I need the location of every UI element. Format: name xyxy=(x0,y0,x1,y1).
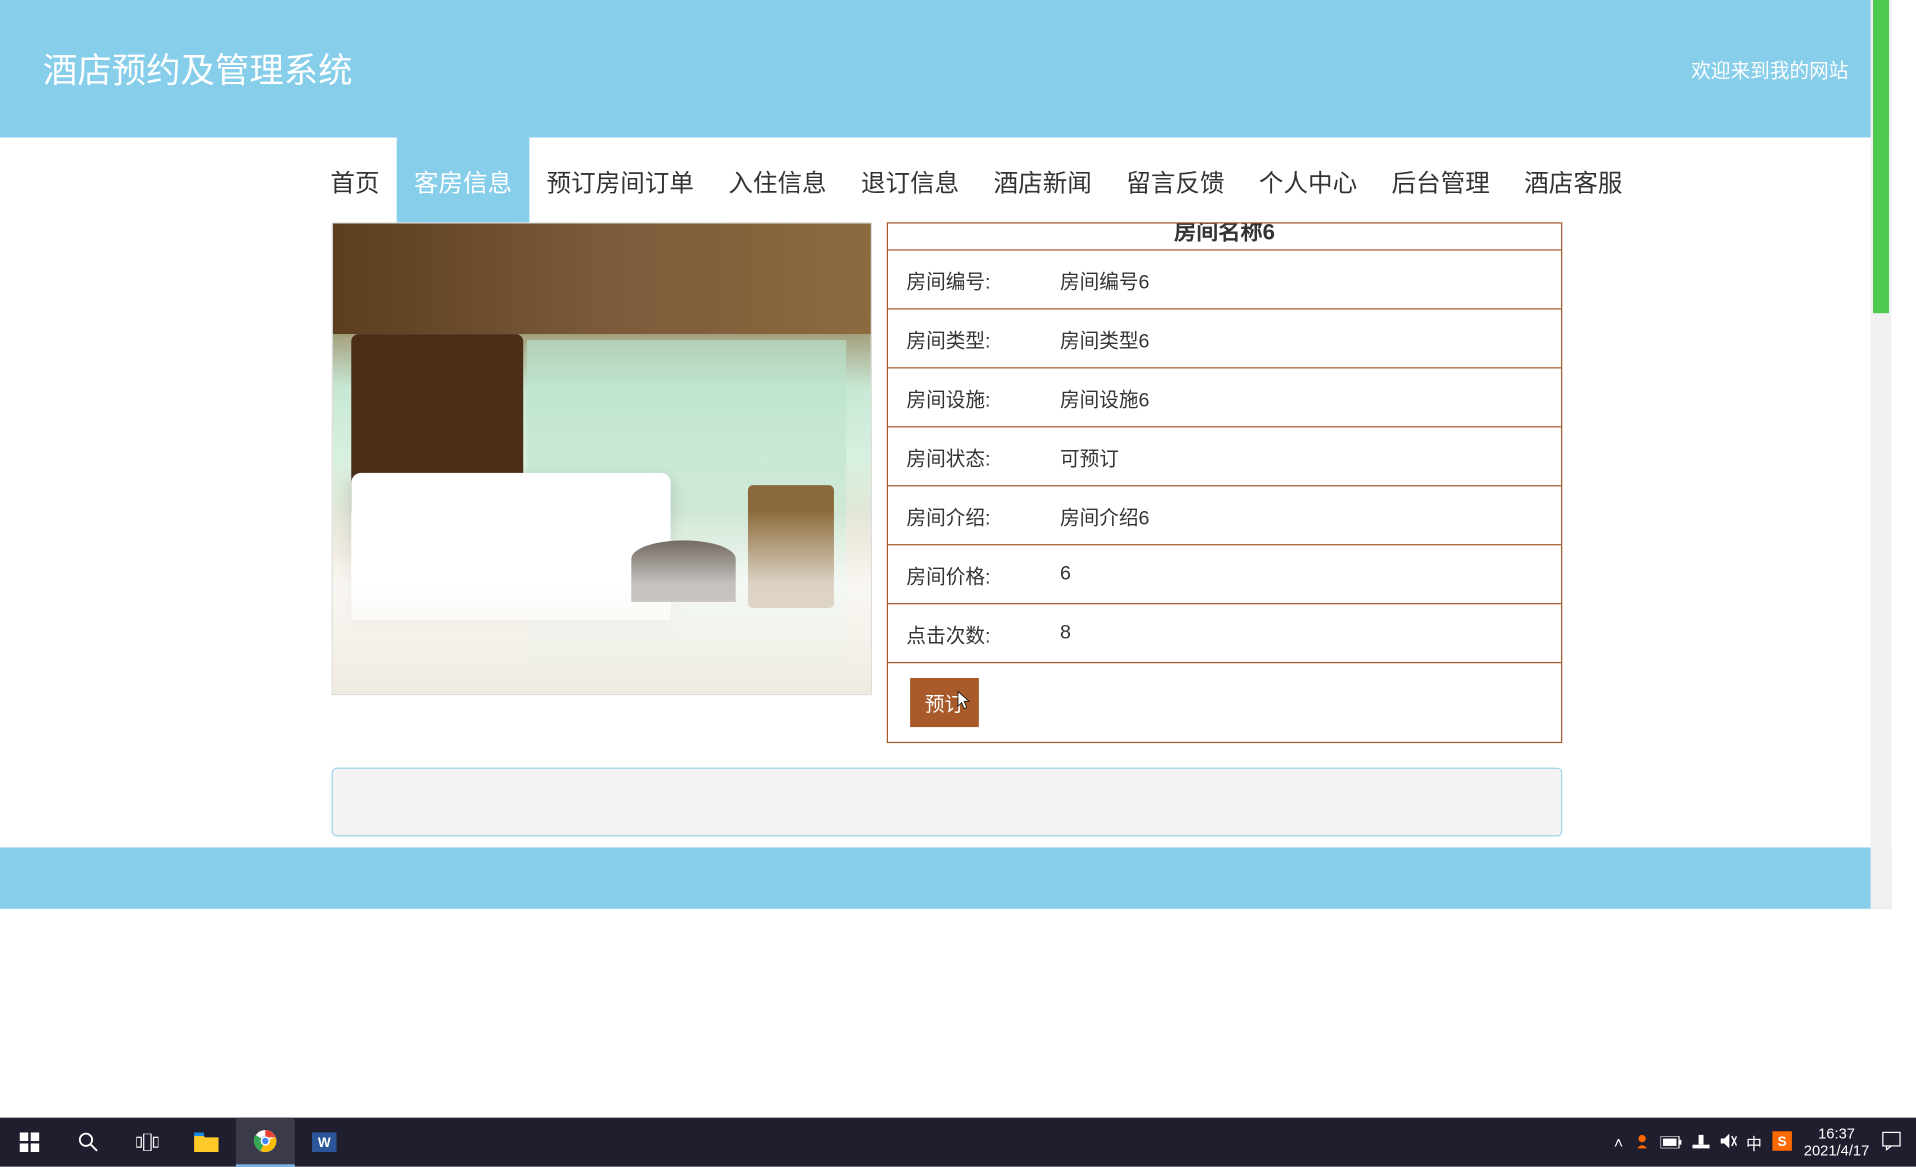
book-button[interactable]: 预订 xyxy=(910,678,979,727)
nav-cancel-info[interactable]: 退订信息 xyxy=(844,138,977,224)
detail-row-number: 房间编号: 房间编号6 xyxy=(888,251,1561,310)
scrollbar-thumb[interactable] xyxy=(1873,0,1889,313)
nav-service[interactable]: 酒店客服 xyxy=(1507,138,1640,224)
detail-row-type: 房间类型: 房间类型6 xyxy=(888,310,1561,369)
chrome-icon[interactable] xyxy=(236,1118,295,1167)
value-room-number: 房间编号6 xyxy=(1060,265,1150,294)
nav-feedback[interactable]: 留言反馈 xyxy=(1109,138,1242,224)
task-view-button[interactable] xyxy=(118,1118,177,1167)
value-room-clicks: 8 xyxy=(1060,622,1071,644)
site-header: 酒店预约及管理系统 欢迎来到我的网站 xyxy=(0,0,1891,138)
detail-action-row: 预订 xyxy=(888,663,1561,742)
value-room-type: 房间类型6 xyxy=(1060,324,1150,353)
room-image xyxy=(332,222,872,695)
comment-box[interactable] xyxy=(332,768,1563,837)
viewport: 酒店预约及管理系统 欢迎来到我的网站 首页 客房信息 预订房间订单 入住信息 退… xyxy=(0,0,1916,1167)
system-tray[interactable]: ˄ 中 S xyxy=(1614,1131,1792,1154)
clock-date: 2021/4/17 xyxy=(1804,1142,1870,1160)
detail-row-status: 房间状态: 可预订 xyxy=(888,427,1561,486)
content-area: 房间名称6 房间编号: 房间编号6 房间类型: 房间类型6 房间设施: 房间设施… xyxy=(0,222,1891,743)
nav-room-info[interactable]: 客房信息 xyxy=(397,138,530,224)
nav-personal[interactable]: 个人中心 xyxy=(1242,138,1375,224)
label-room-facilities: 房间设施: xyxy=(906,383,1060,412)
battery-icon[interactable] xyxy=(1660,1133,1682,1151)
detail-row-clicks: 点击次数: 8 xyxy=(888,604,1561,663)
value-room-status: 可预订 xyxy=(1060,442,1119,471)
nav-home[interactable]: 首页 xyxy=(313,138,397,224)
windows-taskbar: W ˄ 中 S xyxy=(0,1118,1916,1167)
cursor-icon xyxy=(954,690,971,716)
welcome-text: 欢迎来到我的网站 xyxy=(1691,54,1848,83)
main-nav: 首页 客房信息 预订房间订单 入住信息 退订信息 酒店新闻 留言反馈 个人中心 … xyxy=(0,138,1891,224)
detail-row-facilities: 房间设施: 房间设施6 xyxy=(888,368,1561,427)
nav-booking-orders[interactable]: 预订房间订单 xyxy=(529,138,711,224)
value-room-facilities: 房间设施6 xyxy=(1060,383,1150,412)
notification-button[interactable] xyxy=(1882,1131,1902,1154)
label-room-price: 房间价格: xyxy=(906,559,1060,588)
nav-checkin-info[interactable]: 入住信息 xyxy=(711,138,844,224)
clock-time: 16:37 xyxy=(1804,1125,1870,1143)
site-title: 酒店预约及管理系统 xyxy=(43,44,353,93)
volume-icon[interactable] xyxy=(1719,1132,1736,1153)
room-title: 房间名称6 xyxy=(888,224,1561,251)
file-explorer-icon[interactable] xyxy=(177,1118,236,1167)
taskbar-clock[interactable]: 16:37 2021/4/17 xyxy=(1804,1125,1870,1160)
browser-scrollbar[interactable] xyxy=(1871,0,1892,909)
label-room-type: 房间类型: xyxy=(906,324,1060,353)
svg-text:W: W xyxy=(318,1135,331,1150)
taskbar-right: ˄ 中 S 16:37 2021/4 xyxy=(1614,1125,1916,1160)
label-room-status: 房间状态: xyxy=(906,442,1060,471)
sogou-icon[interactable]: S xyxy=(1772,1131,1792,1154)
taskbar-left: W xyxy=(0,1118,354,1167)
footer-band xyxy=(0,847,1891,908)
search-button[interactable] xyxy=(59,1118,118,1167)
svg-text:S: S xyxy=(1777,1133,1786,1148)
tray-chevron-icon[interactable]: ˄ xyxy=(1614,1133,1623,1151)
nav-hotel-news[interactable]: 酒店新闻 xyxy=(976,138,1109,224)
label-room-clicks: 点击次数: xyxy=(906,618,1060,647)
label-room-number: 房间编号: xyxy=(906,265,1060,294)
start-button[interactable] xyxy=(0,1118,59,1167)
room-detail-panel: 房间名称6 房间编号: 房间编号6 房间类型: 房间类型6 房间设施: 房间设施… xyxy=(887,222,1563,743)
tray-app-icon[interactable] xyxy=(1633,1132,1650,1153)
nav-admin[interactable]: 后台管理 xyxy=(1374,138,1507,224)
network-icon[interactable] xyxy=(1692,1132,1709,1153)
detail-row-intro: 房间介绍: 房间介绍6 xyxy=(888,486,1561,545)
browser-content: 酒店预约及管理系统 欢迎来到我的网站 首页 客房信息 预订房间订单 入住信息 退… xyxy=(0,0,1891,909)
ime-indicator[interactable]: 中 xyxy=(1746,1131,1762,1154)
value-room-intro: 房间介绍6 xyxy=(1060,500,1150,529)
detail-row-price: 房间价格: 6 xyxy=(888,545,1561,604)
word-icon[interactable]: W xyxy=(295,1118,354,1167)
value-room-price: 6 xyxy=(1060,563,1071,585)
label-room-intro: 房间介绍: xyxy=(906,500,1060,529)
